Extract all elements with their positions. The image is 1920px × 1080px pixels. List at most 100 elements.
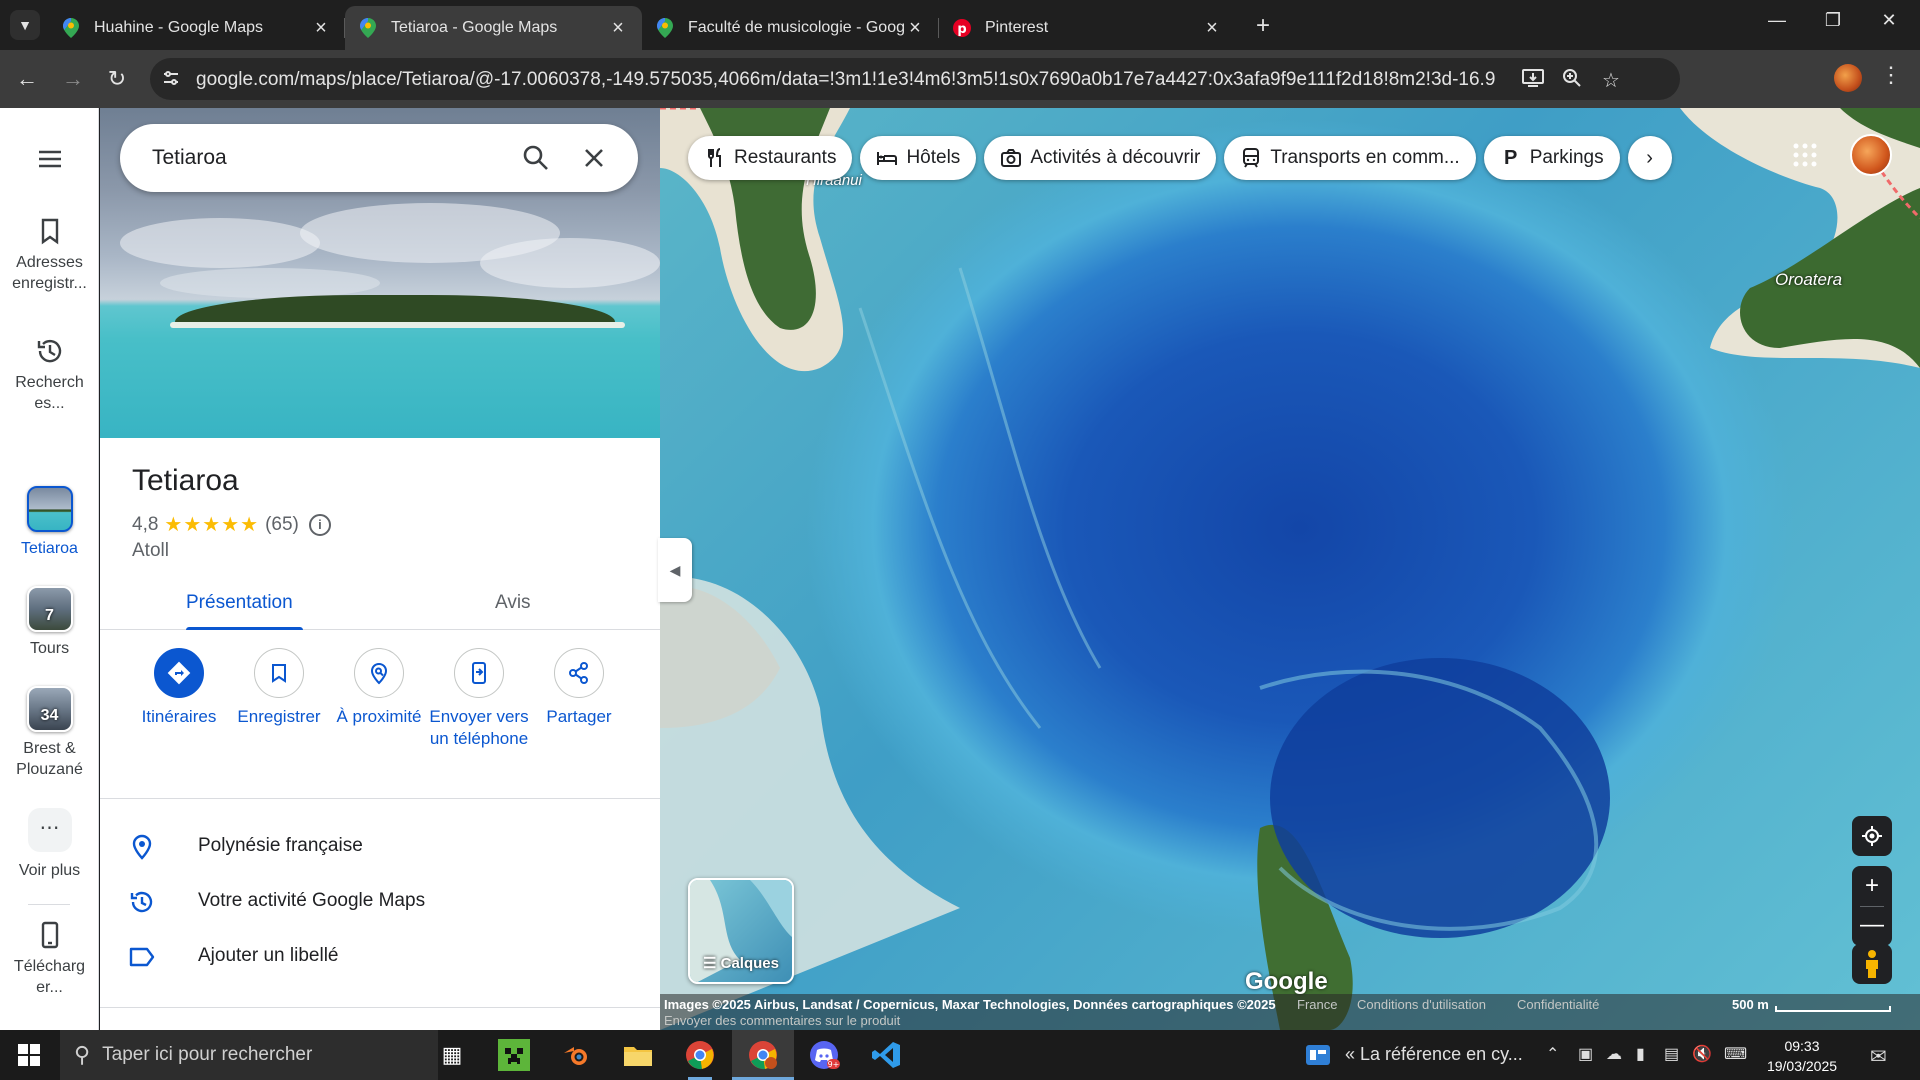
browser-tab-active[interactable]: Tetiaroa - Google Maps ×: [345, 6, 642, 50]
search-input[interactable]: Tetiaroa: [152, 146, 227, 170]
brest-thumbnail: 34: [26, 686, 73, 732]
cloud-icon[interactable]: ☁: [1606, 1044, 1622, 1064]
zoom-icon[interactable]: [1562, 68, 1582, 94]
browser-tab[interactable]: Huahine - Google Maps ×: [48, 6, 345, 50]
close-icon[interactable]: ×: [1202, 17, 1222, 40]
notifications-icon[interactable]: ✉: [1870, 1044, 1887, 1069]
tab-presentation[interactable]: Présentation: [186, 592, 293, 614]
volume-muted-icon[interactable]: 🔇: [1692, 1044, 1712, 1064]
chrome-icon[interactable]: [684, 1039, 716, 1071]
close-icon[interactable]: [578, 142, 610, 174]
privacy-link[interactable]: Confidentialité: [1517, 997, 1599, 1012]
close-icon[interactable]: ×: [608, 17, 628, 40]
back-button[interactable]: ←: [12, 64, 42, 94]
start-button[interactable]: [18, 1044, 40, 1071]
minecraft-icon[interactable]: [498, 1039, 530, 1071]
photo-beach: [170, 322, 625, 328]
reef-line: [858, 267, 1102, 729]
new-tab-button[interactable]: +: [1248, 12, 1278, 40]
collapse-panel-button[interactable]: ◀: [658, 538, 692, 602]
restore-button[interactable]: ❐: [1808, 10, 1858, 31]
chrome-profile-icon[interactable]: [747, 1039, 779, 1071]
rail-item-brest[interactable]: 34 Brest & Plouzané: [0, 686, 99, 780]
send-to-phone-button[interactable]: Envoyer vers un téléphone: [429, 648, 529, 750]
browser-toolbar: ← → ↻ google.com/maps/place/Tetiaroa/@-1…: [0, 50, 1920, 108]
directions-button[interactable]: Itinéraires: [129, 648, 229, 728]
tab-reviews[interactable]: Avis: [495, 592, 531, 614]
reload-button[interactable]: ↻: [102, 64, 132, 94]
rail-item-recent[interactable]: Recherch es...: [0, 336, 99, 414]
system-clock[interactable]: 09:33 19/03/2025: [1766, 1036, 1838, 1076]
region-row[interactable]: Polynésie française: [100, 825, 660, 869]
close-window-button[interactable]: ✕: [1864, 10, 1914, 31]
widgets-icon[interactable]: [1305, 1042, 1331, 1068]
parking-icon: P: [1504, 147, 1518, 169]
menu-button[interactable]: [0, 144, 99, 180]
chip-restaurants[interactable]: Restaurants: [688, 136, 853, 180]
chip-hotels[interactable]: Hôtels: [860, 136, 977, 180]
search-box[interactable]: Tetiaroa: [120, 124, 638, 192]
bookmark-star-icon[interactable]: ☆: [1602, 68, 1620, 93]
place-type[interactable]: Atoll: [132, 540, 169, 562]
rail-item-saved[interactable]: Adresses enregistr...: [0, 216, 99, 294]
my-location-icon: [1862, 826, 1882, 846]
account-avatar[interactable]: [1850, 134, 1892, 176]
blender-icon[interactable]: [560, 1039, 592, 1071]
region-link[interactable]: France: [1297, 997, 1337, 1012]
chip-transit[interactable]: Transports en comm...: [1224, 136, 1476, 180]
feedback-link[interactable]: Envoyer des commentaires sur le produit: [664, 1013, 900, 1028]
zoom-in-button[interactable]: +: [1852, 866, 1892, 906]
meet-now-icon[interactable]: ▣: [1578, 1044, 1593, 1064]
notification-badge: 9+: [828, 1060, 840, 1069]
tab-search-button[interactable]: ▼: [10, 10, 40, 40]
terms-link[interactable]: Conditions d'utilisation: [1357, 997, 1486, 1012]
nearby-button[interactable]: À proximité: [329, 648, 429, 728]
share-button[interactable]: Partager: [529, 648, 629, 728]
menu-dots-icon[interactable]: ⋮: [1880, 62, 1902, 88]
search-icon[interactable]: [520, 142, 552, 174]
info-icon[interactable]: i: [308, 513, 331, 536]
map-label[interactable]: Oroatera: [1775, 270, 1842, 290]
rail-item-download[interactable]: Télécharg er...: [0, 920, 99, 998]
minimize-button[interactable]: —: [1752, 10, 1802, 31]
close-icon[interactable]: ×: [905, 17, 925, 40]
file-explorer-icon[interactable]: [622, 1039, 654, 1071]
news-headline[interactable]: « La référence en cy...: [1345, 1044, 1523, 1065]
network-icon[interactable]: ▤: [1664, 1044, 1679, 1064]
install-app-icon[interactable]: [1522, 68, 1544, 94]
site-info-icon[interactable]: [162, 69, 182, 89]
keyboard-icon[interactable]: ⌨: [1724, 1044, 1747, 1064]
tab-title: Huahine - Google Maps: [94, 19, 263, 36]
close-icon[interactable]: ×: [311, 17, 331, 40]
chevron-up-icon[interactable]: ⌃: [1546, 1044, 1559, 1064]
chip-activities[interactable]: Activités à découvrir: [984, 136, 1217, 180]
chips-next-button[interactable]: ›: [1627, 136, 1672, 180]
browser-tab[interactable]: Faculté de musicologie - Googl ×: [642, 6, 939, 50]
browser-tab-strip: ▼ Huahine - Google Maps × Tetiaroa - Goo…: [0, 0, 1920, 50]
rail-item-tetiaroa[interactable]: Tetiaroa: [0, 486, 99, 559]
browser-tab[interactable]: p Pinterest ×: [939, 6, 1236, 50]
activity-row[interactable]: Votre activité Google Maps: [100, 880, 660, 924]
chip-parking[interactable]: P Parkings: [1483, 136, 1620, 180]
profile-avatar[interactable]: [1834, 64, 1862, 92]
google-apps-icon[interactable]: [1790, 140, 1820, 170]
vscode-icon[interactable]: [870, 1039, 902, 1071]
battery-icon[interactable]: ▮: [1636, 1044, 1645, 1064]
layers-button[interactable]: ☰ Calques: [688, 878, 794, 984]
street-view-pegman[interactable]: [1852, 944, 1892, 984]
address-bar[interactable]: google.com/maps/place/Tetiaroa/@-17.0060…: [150, 58, 1680, 100]
forward-button[interactable]: →: [58, 64, 88, 94]
save-button[interactable]: Enregistrer: [229, 648, 329, 728]
my-location-button[interactable]: [1852, 816, 1892, 856]
rail-item-more[interactable]: ⋯ Voir plus: [0, 808, 99, 881]
place-tabs: Présentation Avis: [100, 578, 660, 630]
review-count[interactable]: (65): [265, 514, 299, 536]
rail-item-tours[interactable]: 7 Tours: [0, 586, 99, 659]
taskbar-search[interactable]: ⚲ Taper ici pour rechercher: [60, 1030, 438, 1080]
label-row[interactable]: Ajouter un libellé: [100, 935, 660, 979]
task-view-icon[interactable]: ▦: [436, 1039, 468, 1071]
zoom-out-button[interactable]: —: [1852, 907, 1892, 946]
discord-icon[interactable]: 9+: [808, 1039, 840, 1071]
scale-label[interactable]: 500 m: [1732, 997, 1769, 1012]
satellite-map[interactable]: Oroatera Hiraanui Restaurants Hôtels Act…: [660, 108, 1920, 1030]
